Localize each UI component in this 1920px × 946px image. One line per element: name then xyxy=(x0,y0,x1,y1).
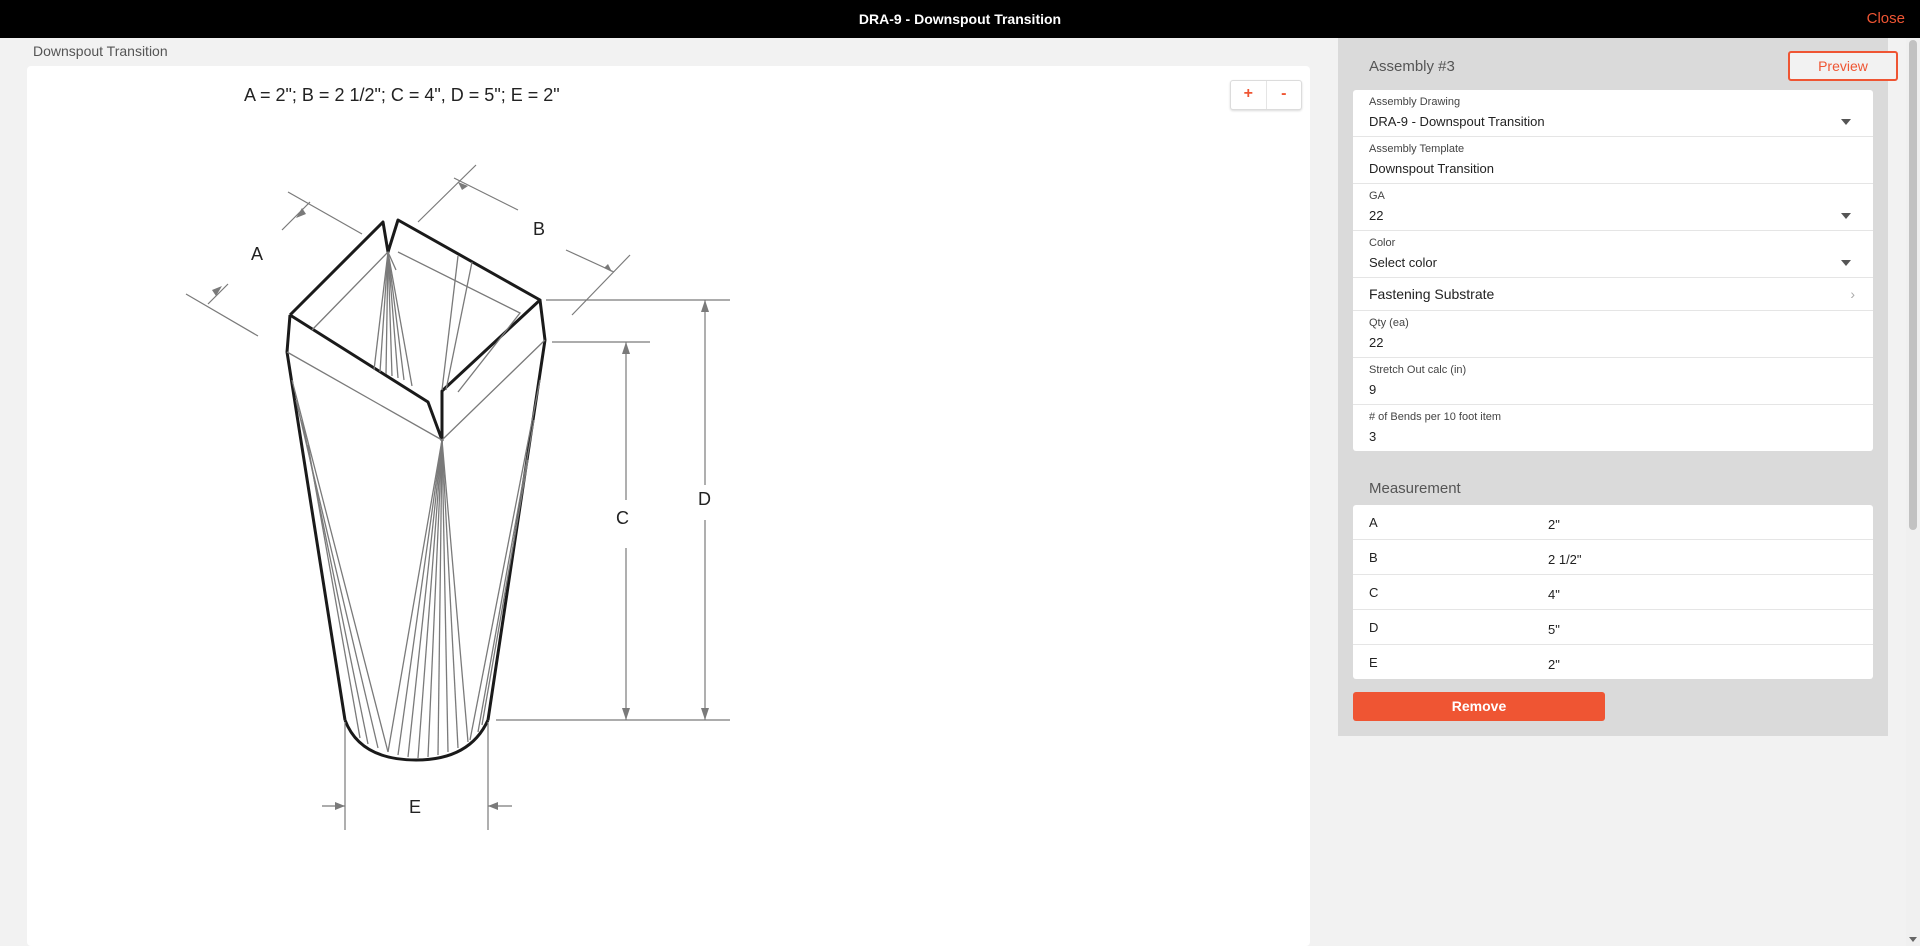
field-label: # of Bends per 10 foot item xyxy=(1369,411,1502,423)
assembly-panel: Assembly #3 Preview Assembly Drawing DRA… xyxy=(1338,38,1898,736)
dim-label-a: A xyxy=(251,244,263,264)
dim-label-d: D xyxy=(698,489,711,509)
qty-field[interactable]: Qty (ea) 22 xyxy=(1353,311,1873,358)
measurement-row[interactable]: C 4" xyxy=(1353,575,1873,610)
bends-field[interactable]: # of Bends per 10 foot item 3 xyxy=(1353,405,1873,451)
dim-b-ext-left xyxy=(417,164,477,223)
field-label: Assembly Template xyxy=(1369,143,1465,155)
measurement-key: B xyxy=(1369,550,1378,565)
chevron-down-icon xyxy=(1841,119,1851,125)
scroll-down-icon[interactable] xyxy=(1909,937,1917,942)
window-title: DRA-9 - Downspout Transition xyxy=(858,11,1062,27)
preview-button[interactable]: Preview xyxy=(1788,51,1898,81)
measurement-key: A xyxy=(1369,515,1378,530)
assembly-drawing-select[interactable]: Assembly Drawing DRA-9 - Downspout Trans… xyxy=(1353,90,1873,137)
measurement-value[interactable]: 2 1/2" xyxy=(1548,552,1582,567)
zoom-controls: + - xyxy=(1230,80,1302,110)
measurement-value[interactable]: 2" xyxy=(1548,517,1560,532)
measurement-key: E xyxy=(1369,655,1378,670)
measurement-value[interactable]: 4" xyxy=(1548,587,1560,602)
field-label: Qty (ea) xyxy=(1369,317,1409,329)
right-taper-edge xyxy=(486,299,547,721)
measurement-key: C xyxy=(1369,585,1379,600)
field-value[interactable]: 22 xyxy=(1369,335,1857,351)
dim-a-arrow-top xyxy=(281,201,311,231)
field-value: Select color xyxy=(1369,255,1437,270)
assembly-title: Assembly #3 xyxy=(1369,58,1455,75)
field-label: Assembly Drawing xyxy=(1369,96,1461,108)
measurement-row[interactable]: E 2" xyxy=(1353,645,1873,679)
zoom-out-button[interactable]: - xyxy=(1265,81,1302,109)
chevron-right-icon: › xyxy=(1850,286,1855,302)
field-label: Stretch Out calc (in) xyxy=(1369,364,1467,376)
field-value[interactable]: 9 xyxy=(1369,382,1857,398)
measurement-formula: A = 2"; B = 2 1/2"; C = 4", D = 5"; E = … xyxy=(244,85,560,105)
measurement-value[interactable]: 5" xyxy=(1548,622,1560,637)
fastening-substrate-row[interactable]: Fastening Substrate › xyxy=(1353,278,1873,311)
measurement-title: Measurement xyxy=(1369,480,1461,497)
inner-top-right xyxy=(397,251,522,393)
stretch-out-field[interactable]: Stretch Out calc (in) 9 xyxy=(1353,358,1873,405)
dim-a-ext-bottom xyxy=(185,293,259,337)
field-value: 22 xyxy=(1369,208,1384,223)
dim-label-c: C xyxy=(616,508,629,528)
ga-select[interactable]: GA 22 xyxy=(1353,184,1873,231)
drawing-section-title: Downspout Transition xyxy=(33,43,168,59)
close-button[interactable]: Close xyxy=(1867,0,1905,38)
measurement-row[interactable]: A 2" xyxy=(1353,505,1873,540)
measurement-row[interactable]: B 2 1/2" xyxy=(1353,540,1873,575)
measurement-key: D xyxy=(1369,620,1379,635)
downspout-transition-drawing: A B C D E xyxy=(185,164,730,830)
top-rim xyxy=(288,218,542,442)
measurement-value[interactable]: 2" xyxy=(1548,657,1560,672)
measurement-table: A 2" B 2 1/2" C 4" D 5" E 2" xyxy=(1353,505,1873,679)
left-taper-edge xyxy=(285,314,347,721)
remove-button[interactable]: Remove xyxy=(1353,692,1605,721)
dim-label-e: E xyxy=(409,797,421,817)
color-select[interactable]: Color Select color xyxy=(1353,231,1873,278)
dim-b-ext-right xyxy=(571,254,631,316)
field-label: Fastening Substrate xyxy=(1369,286,1495,302)
dim-a-arrow-bottom xyxy=(207,283,229,305)
band-right xyxy=(441,339,546,441)
assembly-template-field: Assembly Template Downspout Transition xyxy=(1353,137,1873,184)
scrollbar-thumb[interactable] xyxy=(1909,40,1917,530)
assembly-fields: Assembly Drawing DRA-9 - Downspout Trans… xyxy=(1353,90,1873,451)
title-bar: DRA-9 - Downspout Transition Close xyxy=(0,0,1920,38)
vertical-scrollbar[interactable] xyxy=(1906,38,1920,946)
measurement-row[interactable]: D 5" xyxy=(1353,610,1873,645)
field-value[interactable]: 3 xyxy=(1369,429,1857,445)
field-value: DRA-9 - Downspout Transition xyxy=(1369,114,1545,129)
dim-b-line xyxy=(453,177,519,211)
chevron-down-icon xyxy=(1841,213,1851,219)
chevron-down-icon xyxy=(1841,260,1851,266)
field-label: Color xyxy=(1369,237,1396,249)
field-value: Downspout Transition xyxy=(1369,161,1495,176)
zoom-in-button[interactable]: + xyxy=(1231,81,1266,109)
field-label: GA xyxy=(1369,190,1385,202)
dim-label-b: B xyxy=(533,219,545,239)
